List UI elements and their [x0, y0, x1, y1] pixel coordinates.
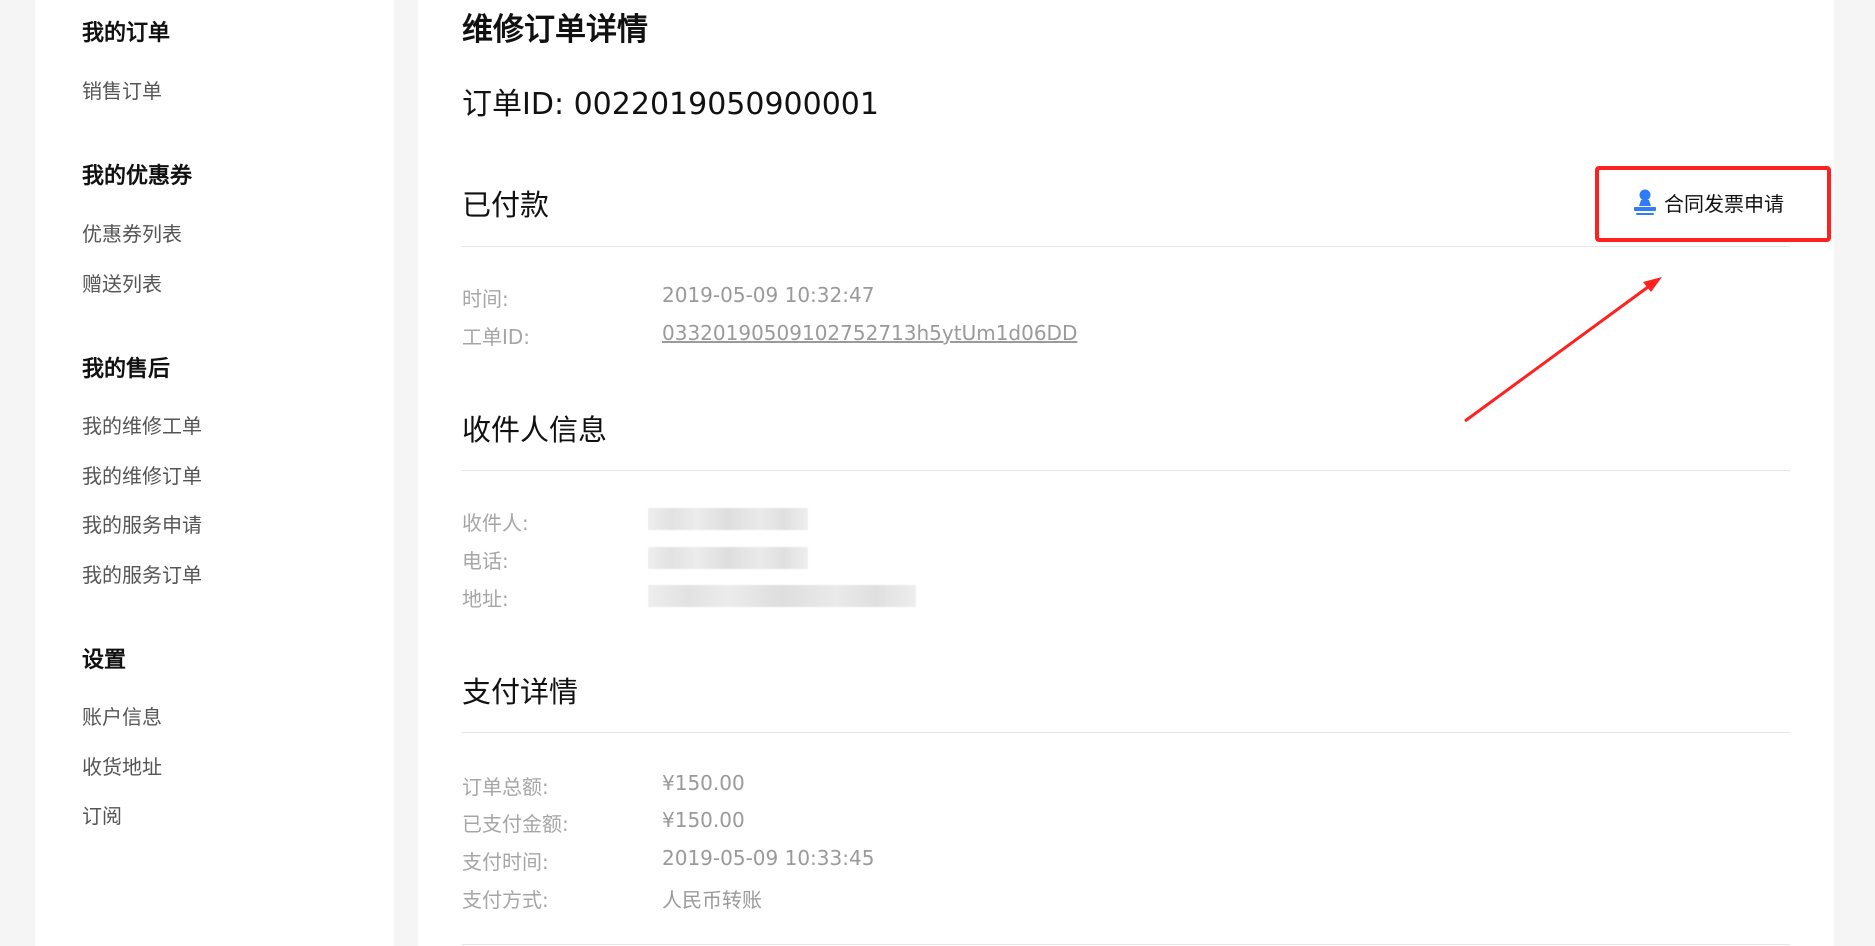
sidebar-item-service-orders[interactable]: 我的服务订单: [82, 559, 202, 588]
status-divider: [462, 246, 1790, 247]
main-content: 维修订单详情 订单ID: 0022019050900001 已付款 时间: 20…: [418, 0, 1834, 946]
sidebar-item-account-info[interactable]: 账户信息: [82, 701, 162, 730]
sidebar-section-after-sales: 我的售后: [82, 357, 171, 382]
sidebar-section-my-coupons: 我的优惠券: [82, 164, 193, 189]
sidebar-item-repair-tickets[interactable]: 我的维修工单: [82, 410, 202, 439]
address-label: 地址:: [462, 587, 509, 611]
payment-time-value: 2019-05-09 10:33:45: [662, 846, 875, 870]
payment-divider: [462, 732, 1790, 733]
sidebar-item-service-requests[interactable]: 我的服务申请: [82, 509, 202, 538]
paid-amount-label: 已支付金额:: [462, 812, 569, 836]
phone-label: 电话:: [462, 549, 509, 573]
payment-time-label: 支付时间:: [462, 850, 549, 874]
sidebar-item-gift-list[interactable]: 赠送列表: [82, 268, 162, 297]
sidebar-section-my-orders: 我的订单: [82, 21, 171, 46]
recipient-title: 收件人信息: [462, 413, 608, 447]
time-label: 时间:: [462, 287, 509, 311]
recipient-divider: [462, 470, 1790, 471]
contract-invoice-request-button[interactable]: 合同发票申请: [1632, 186, 1784, 218]
time-value: 2019-05-09 10:32:47: [662, 283, 875, 307]
payment-method-label: 支付方式:: [462, 888, 549, 912]
sidebar: 我的订单 销售订单 我的优惠券 优惠券列表 赠送列表 我的售后 我的维修工单 我…: [35, 0, 394, 946]
address-redacted: [648, 585, 916, 607]
user-stamp-icon: [1632, 188, 1658, 216]
sidebar-item-subscription[interactable]: 订阅: [82, 800, 122, 829]
payment-method-value: 人民币转账: [662, 888, 762, 912]
invoice-button-label: 合同发票申请: [1664, 191, 1784, 216]
paid-amount-value: ¥150.00: [662, 808, 745, 832]
status-title: 已付款: [462, 188, 550, 222]
payment-title: 支付详情: [462, 675, 579, 709]
order-total-label: 订单总额:: [462, 775, 549, 799]
sidebar-item-coupon-list[interactable]: 优惠券列表: [82, 218, 182, 247]
sidebar-item-shipping-address[interactable]: 收货地址: [82, 751, 162, 780]
order-total-value: ¥150.00: [662, 771, 745, 795]
recipient-name-redacted: [648, 508, 808, 530]
ticket-id-label: 工单ID:: [462, 325, 531, 349]
page-title: 维修订单详情: [462, 12, 648, 48]
bottom-divider: [462, 944, 1790, 945]
phone-redacted: [648, 547, 808, 569]
recipient-name-label: 收件人:: [462, 511, 529, 535]
sidebar-item-repair-orders[interactable]: 我的维修订单: [82, 460, 202, 489]
sidebar-section-settings: 设置: [82, 648, 127, 673]
sidebar-item-sales-orders[interactable]: 销售订单: [82, 75, 162, 104]
ticket-id-link[interactable]: 03320190509102752713h5ytUm1d06DD: [662, 321, 1077, 345]
order-id: 订单ID: 0022019050900001: [462, 87, 879, 122]
